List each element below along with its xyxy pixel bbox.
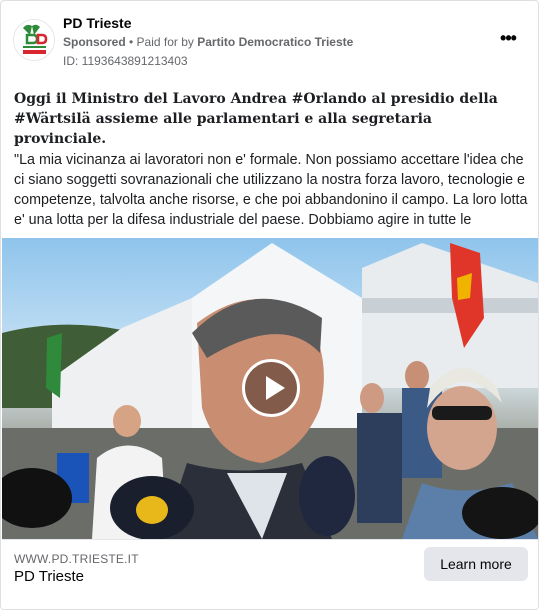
sponsored-line: Sponsored • Paid for by Partito Democrat… <box>63 35 353 49</box>
ad-card: PD Trieste Sponsored • Paid for by Parti… <box>0 0 539 610</box>
ad-footer[interactable]: WWW.PD.TRIESTE.IT PD Trieste Learn more <box>2 539 538 609</box>
paid-for-prefix: Paid for by <box>136 35 198 49</box>
play-icon <box>266 376 285 400</box>
learn-more-button[interactable]: Learn more <box>424 547 528 581</box>
sponsored-label: Sponsored <box>63 35 126 49</box>
more-options-button[interactable]: ••• <box>496 29 520 53</box>
ad-id: ID: 1193643891213403 <box>63 54 188 68</box>
more-horizontal-icon: ••• <box>500 28 517 48</box>
play-button[interactable] <box>242 359 300 417</box>
payer-name: Partito Democratico Trieste <box>197 35 354 49</box>
pd-logo-icon <box>14 20 54 60</box>
post-headline: Oggi il Ministro del Lavoro Andrea #Orla… <box>14 91 498 147</box>
link-domain: WWW.PD.TRIESTE.IT <box>14 552 139 566</box>
page-name[interactable]: PD Trieste <box>63 15 131 31</box>
post-body: "La mia vicinanza ai lavoratori non e' f… <box>14 152 528 228</box>
meta-separator: • <box>125 35 137 49</box>
link-title: PD Trieste <box>14 568 85 585</box>
page-avatar[interactable] <box>13 19 55 61</box>
